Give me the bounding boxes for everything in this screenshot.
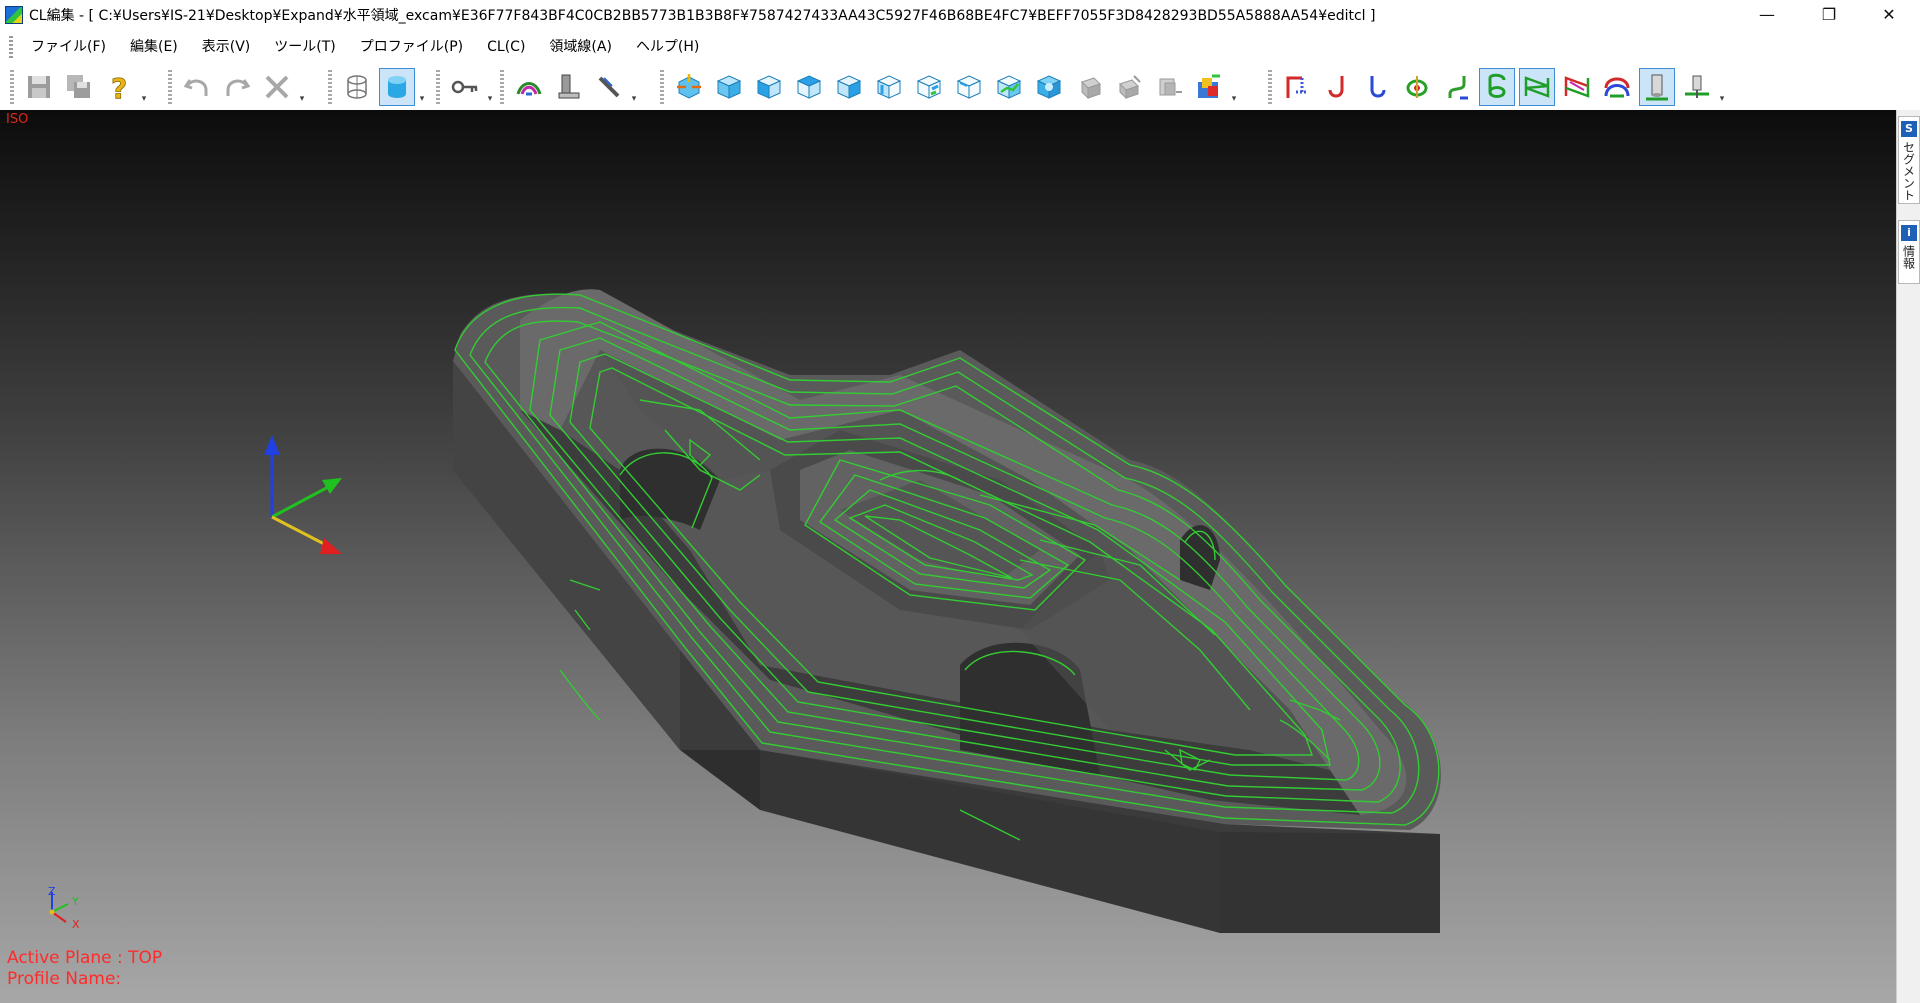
path-link-icon[interactable] — [1439, 68, 1475, 106]
menu-profile[interactable]: プロファイル(P) — [348, 34, 475, 60]
toolbar-group-key: ▾ — [436, 64, 495, 110]
side-panel: S セグメント i 情報 — [1896, 110, 1920, 1003]
mini-axis-y-label: Y — [71, 895, 79, 908]
mini-axis: Z Y X — [48, 885, 80, 931]
view-right-icon[interactable] — [831, 68, 867, 106]
tool-tip-icon[interactable] — [1679, 68, 1715, 106]
tool-holder-icon[interactable] — [551, 68, 587, 106]
view-iso-icon[interactable] — [711, 68, 747, 106]
path-multi-icon[interactable] — [1559, 68, 1595, 106]
view-rotate-icon[interactable] — [991, 68, 1027, 106]
toolbar-grip[interactable] — [10, 70, 14, 104]
menu-tools[interactable]: ツール(T) — [262, 34, 347, 60]
toolbar-grip[interactable] — [1268, 70, 1272, 104]
view-disabled-3-icon[interactable] — [1151, 68, 1187, 106]
view-top-icon[interactable] — [791, 68, 827, 106]
path-retract-icon[interactable] — [1359, 68, 1395, 106]
tab-info-label: 情報 — [1901, 245, 1916, 269]
tab-segment[interactable]: S セグメント — [1898, 116, 1920, 204]
title-bar: CL編集 - [ C:¥Users¥IS-21¥Desktop¥Expand¥水… — [0, 0, 1920, 29]
maximize-button[interactable]: ❐ — [1806, 0, 1852, 29]
key-icon[interactable] — [447, 68, 483, 106]
toolbar-group-tool: ▾ — [500, 64, 639, 110]
info-icon: i — [1901, 225, 1917, 241]
shaded-cylinder-icon[interactable] — [379, 68, 415, 106]
view-bottom-icon[interactable] — [951, 68, 987, 106]
toolbar-overflow-arrow[interactable]: ▾ — [1717, 68, 1727, 106]
mini-axis-x-label: X — [72, 918, 80, 931]
view-fit-icon[interactable] — [671, 68, 707, 106]
toolbar-group-views: ▾ — [660, 64, 1239, 110]
view-shaded-icon[interactable] — [1031, 68, 1067, 106]
help-icon[interactable]: ? — [101, 68, 137, 106]
view-disabled-2-icon[interactable] — [1111, 68, 1147, 106]
toolbar-overflow-arrow[interactable]: ▾ — [1229, 68, 1239, 106]
undo-icon[interactable] — [179, 68, 215, 106]
close-button[interactable]: ✕ — [1866, 0, 1912, 29]
path-zigzag-icon[interactable] — [1519, 68, 1555, 106]
measure-icon[interactable] — [591, 68, 627, 106]
toolbar-grip[interactable] — [500, 70, 504, 104]
redo-icon[interactable] — [219, 68, 255, 106]
view-left-icon[interactable] — [871, 68, 907, 106]
toolbar-overflow-arrow[interactable]: ▾ — [417, 68, 427, 106]
toolbar-grip[interactable] — [436, 70, 440, 104]
menu-bar: ファイル(F) 編集(E) 表示(V) ツール(T) プロファイル(P) CL(… — [0, 29, 1920, 64]
save-all-icon[interactable] — [61, 68, 97, 106]
toolbar-overflow-arrow[interactable]: ▾ — [297, 68, 307, 106]
view-disabled-1-icon[interactable] — [1071, 68, 1107, 106]
path-color-icon[interactable] — [1599, 68, 1635, 106]
minimize-button[interactable]: — — [1744, 0, 1790, 29]
save-icon[interactable] — [21, 68, 57, 106]
toolbar-group-edit: ▾ — [168, 64, 307, 110]
menu-view[interactable]: 表示(V) — [190, 34, 263, 60]
menu-help[interactable]: ヘルプ(H) — [624, 34, 711, 60]
part-model[interactable]: Z Y X — [0, 110, 1896, 1003]
3d-viewport[interactable]: ISO Z Y X Active Plane: TOP Profile Nam… — [0, 110, 1896, 1003]
toolpath-view-icon[interactable] — [511, 68, 547, 106]
path-approach-icon[interactable] — [1319, 68, 1355, 106]
view-front-icon[interactable] — [751, 68, 787, 106]
mini-axis-z-label: Z — [48, 885, 56, 898]
path-rapid-icon[interactable] — [1279, 68, 1315, 106]
app-icon — [5, 5, 23, 24]
menu-region-line[interactable]: 領域線(A) — [537, 34, 624, 60]
profile-name-status: Profile Name: — [7, 969, 122, 989]
axis-triad — [264, 435, 342, 554]
menu-file[interactable]: ファイル(F) — [19, 34, 118, 60]
toolbar-overflow-arrow[interactable]: ▾ — [485, 68, 495, 106]
path-contour-icon[interactable] — [1479, 68, 1515, 106]
tool-display-icon[interactable] — [1639, 68, 1675, 106]
segment-icon: S — [1901, 121, 1917, 137]
toolbar-group-path: ▾ — [1268, 64, 1727, 110]
toolbar: ? ▾ ▾ ▾ ▾ ▾ ▾ ▾ — [0, 64, 1920, 111]
toolbar-group-display: ▾ — [328, 64, 427, 110]
window-title: CL編集 - [ C:¥Users¥IS-21¥Desktop¥Expand¥水… — [29, 7, 1376, 24]
tab-info[interactable]: i 情報 — [1898, 220, 1920, 284]
toolbar-overflow-arrow[interactable]: ▾ — [139, 68, 149, 106]
path-points-icon[interactable] — [1399, 68, 1435, 106]
toolbar-grip[interactable] — [168, 70, 172, 104]
toolbar-grip[interactable] — [328, 70, 332, 104]
delete-icon[interactable] — [259, 68, 295, 106]
color-settings-icon[interactable] — [1191, 68, 1227, 106]
tab-segment-label: セグメント — [1901, 141, 1916, 201]
active-plane-status: Active Plane : TOP — [7, 948, 163, 968]
menu-edit[interactable]: 編集(E) — [118, 34, 190, 60]
toolbar-overflow-arrow[interactable]: ▾ — [629, 68, 639, 106]
menu-grip[interactable] — [9, 35, 13, 58]
menu-cl[interactable]: CL(C) — [475, 34, 537, 60]
toolbar-grip[interactable] — [660, 70, 664, 104]
svg-text:?: ? — [111, 72, 127, 102]
view-back-icon[interactable] — [911, 68, 947, 106]
toolbar-group-file: ? ▾ — [10, 64, 149, 110]
wireframe-cylinder-icon[interactable] — [339, 68, 375, 106]
